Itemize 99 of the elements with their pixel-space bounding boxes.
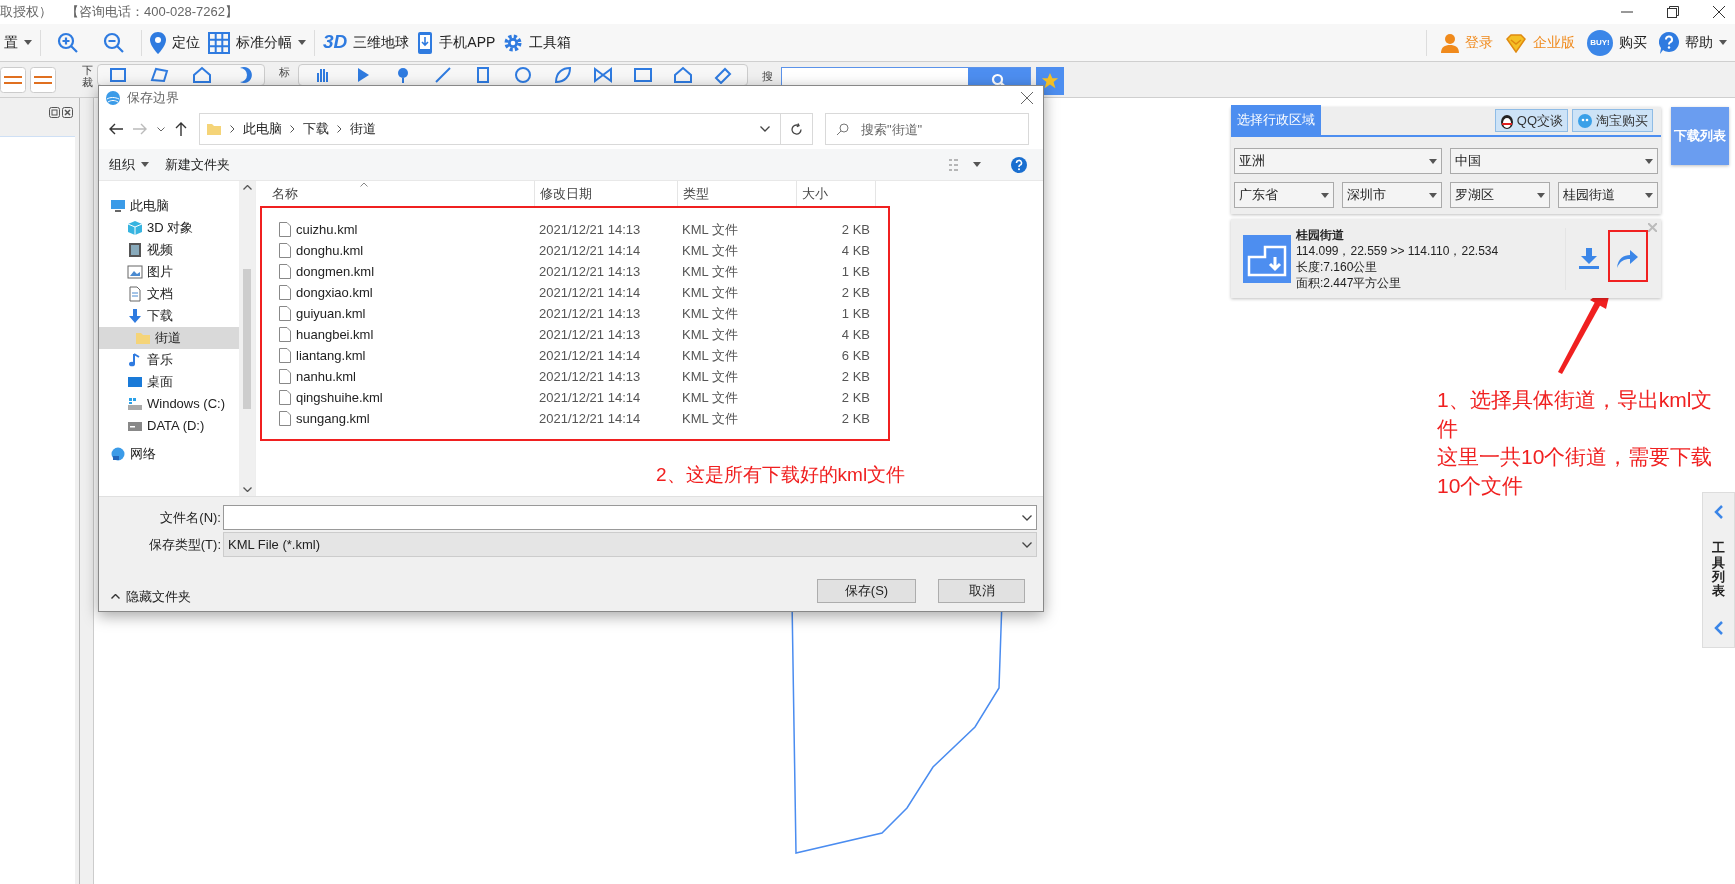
3d-icon: 3D [323, 28, 348, 57]
toolbar-button[interactable]: 标准分幅 [204, 26, 310, 59]
file-size: 1 KB [841, 263, 870, 279]
nav-item[interactable]: 视频 [99, 239, 239, 261]
nav-item[interactable]: 文档 [99, 283, 239, 305]
nav-item[interactable]: 街道 [99, 327, 239, 349]
file-date: 2021/12/21 14:14 [539, 410, 641, 426]
file-name[interactable]: qingshuihe.kml [296, 387, 383, 408]
toolbar-button[interactable]: 3D 三维地球 [319, 26, 414, 59]
file-type: KML 文件 [682, 284, 738, 300]
save-button[interactable]: 保存(S) [817, 578, 916, 603]
hide-folders-toggle[interactable]: 隐藏文件夹 [111, 587, 191, 607]
annotation-text: 2、这是所有下载好的kml文件 [656, 463, 906, 487]
file-date: 2021/12/21 14:14 [539, 242, 641, 258]
file-size: 4 KB [841, 242, 870, 258]
file-size: 4 KB [841, 326, 870, 342]
dialog-title: 保存边界 [127, 88, 179, 107]
toolbar-button[interactable]: BUY! 购买 [1583, 26, 1651, 59]
cancel-button[interactable]: 取消 [938, 578, 1025, 603]
file-size: 2 KB [841, 284, 870, 300]
field-label: 保存类型(T): [147, 535, 222, 554]
toolbar-button[interactable]: 手机APP [413, 26, 500, 59]
side-tab-label[interactable]: 工具列表 [1712, 541, 1725, 599]
length-text: 长度:7.160公里 [1296, 258, 1379, 275]
file-size: 6 KB [841, 347, 870, 363]
file-size: 2 KB [841, 221, 870, 237]
file-size: 1 KB [841, 305, 870, 321]
file-type: KML 文件 [682, 263, 738, 279]
file-type: KML 文件 [682, 347, 738, 363]
file-date: 2021/12/21 14:13 [539, 221, 641, 237]
command-button[interactable]: 组织 [101, 154, 157, 175]
file-size: 2 KB [841, 389, 870, 405]
title-text: 取授权） [0, 3, 52, 22]
file-type: KML 文件 [682, 326, 738, 342]
toolbar-group-label: 下裁 [82, 64, 93, 89]
buy-badge-icon: BUY! [1587, 29, 1613, 56]
dropdown-field[interactable]: 深圳市 [1342, 182, 1442, 208]
address-bar[interactable]: 此电脑 下载 街道 [199, 113, 813, 145]
coordinates-text: 114.099，22.559 >> 114.110，22.534 [1296, 242, 1499, 259]
title-text: 【咨询电话：400-028-7262】 [66, 3, 238, 22]
column-header[interactable]: 修改日期 [540, 184, 592, 204]
file-name[interactable]: donghu.kml [296, 240, 364, 261]
file-name[interactable]: cuizhu.kml [296, 219, 358, 240]
file-date: 2021/12/21 14:13 [539, 326, 641, 342]
file-date: 2021/12/21 14:13 [539, 368, 641, 384]
toolbar-button[interactable]: 工具箱 [499, 26, 576, 59]
annotation-text: 1、选择具体街道，导出kml文件 这里一共10个街道，需要下载10个文件 [1437, 387, 1714, 499]
file-name[interactable]: guiyuan.kml [296, 303, 366, 324]
field-label: 文件名(N): [159, 508, 222, 527]
file-name[interactable]: huangbei.kml [296, 324, 374, 345]
nav-item[interactable]: DATA (D:) [99, 415, 239, 437]
file-type: KML 文件 [682, 221, 738, 237]
file-name[interactable]: liantang.kml [296, 345, 366, 366]
file-size: 2 KB [841, 410, 870, 426]
nav-item[interactable]: 下载 [99, 305, 239, 327]
nav-item[interactable]: 3D 对象 [99, 217, 239, 239]
toolbar-button[interactable]: 置 [0, 26, 36, 59]
breadcrumb-item[interactable]: 此电脑 [243, 119, 282, 139]
file-type: KML 文件 [682, 389, 738, 405]
dropdown-field[interactable]: 罗湖区 [1450, 182, 1550, 208]
dropdown-field[interactable]: 广东省 [1234, 182, 1334, 208]
file-type: KML 文件 [682, 410, 738, 426]
column-header[interactable]: 名称 [272, 184, 298, 204]
file-name[interactable]: dongmen.kml [296, 261, 375, 282]
toolbar-button[interactable]: 定位 [146, 26, 204, 59]
chat-button[interactable]: 淘宝购买 [1572, 109, 1653, 132]
nav-item[interactable]: 桌面 [99, 371, 239, 393]
file-type: KML 文件 [682, 242, 738, 258]
area-text: 面积:2.447平方公里 [1296, 274, 1403, 291]
file-type: KML 文件 [682, 305, 738, 321]
nav-item[interactable]: 网络 [99, 443, 239, 465]
file-date: 2021/12/21 14:14 [539, 347, 641, 363]
column-header[interactable]: 大小 [802, 184, 828, 204]
breadcrumb-item[interactable]: 下载 [303, 119, 329, 139]
dropdown-field[interactable]: 中国 [1450, 148, 1658, 174]
file-name[interactable]: nanhu.kml [296, 366, 356, 387]
column-header[interactable]: 类型 [683, 184, 709, 204]
nav-item[interactable]: 音乐 [99, 349, 239, 371]
command-button[interactable]: 新建文件夹 [157, 154, 238, 175]
file-size: 2 KB [841, 368, 870, 384]
toolbar-group-label: 标 [279, 65, 290, 80]
filetype-dropdown[interactable]: KML File (*.kml) [223, 532, 1037, 557]
file-date: 2021/12/21 14:14 [539, 284, 641, 300]
file-name[interactable]: dongxiao.kml [296, 282, 373, 303]
toolbar-button[interactable]: 帮助 [1655, 26, 1731, 59]
nav-item[interactable]: 图片 [99, 261, 239, 283]
file-type: KML 文件 [682, 368, 738, 384]
file-date: 2021/12/21 14:13 [539, 263, 641, 279]
file-name[interactable]: sungang.kml [296, 408, 370, 429]
toolbar-group-label: 搜 [762, 69, 773, 84]
street-name: 桂园街道 [1296, 226, 1345, 243]
file-date: 2021/12/21 14:13 [539, 305, 641, 321]
chat-button[interactable]: QQ交谈 [1494, 109, 1568, 132]
dropdown-field[interactable]: 桂园街道 [1558, 182, 1658, 208]
file-date: 2021/12/21 14:14 [539, 389, 641, 405]
nav-item[interactable]: Windows (C:) [99, 393, 239, 415]
nav-item[interactable]: 此电脑 [99, 195, 239, 217]
dropdown-field[interactable]: 亚洲 [1234, 148, 1442, 174]
breadcrumb-item[interactable]: 街道 [350, 119, 376, 139]
